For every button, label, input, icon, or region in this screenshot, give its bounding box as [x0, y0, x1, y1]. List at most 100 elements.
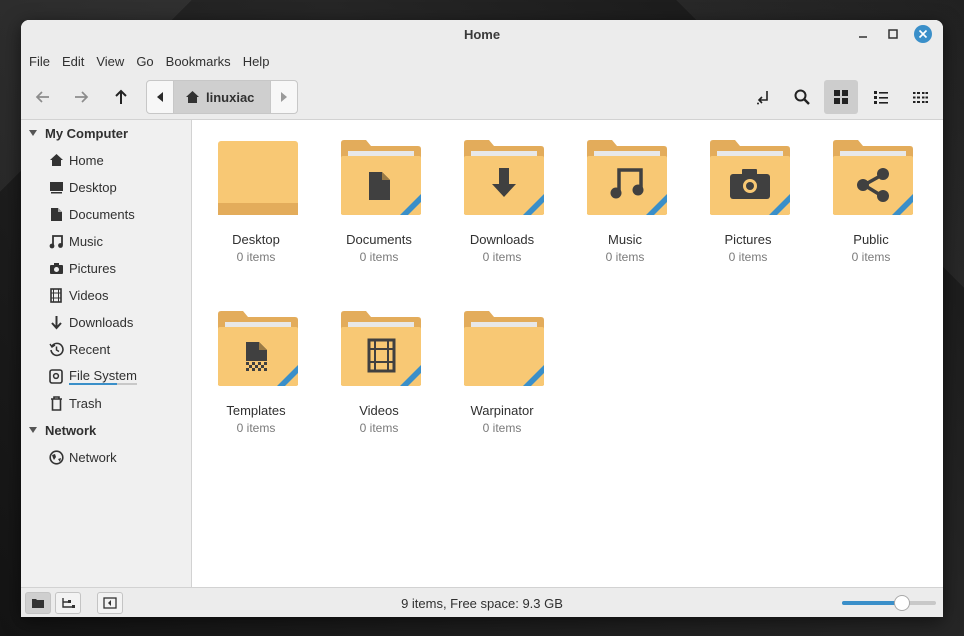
public-folder-icon — [833, 140, 913, 215]
menu-view[interactable]: View — [96, 52, 124, 71]
history-icon — [48, 342, 64, 356]
sidebar-item-label: Documents — [69, 206, 135, 222]
file-name: Music — [608, 232, 642, 247]
zoom-slider-fill — [842, 601, 903, 605]
documents-folder-icon — [341, 140, 421, 215]
zoom-slider[interactable] — [842, 595, 936, 611]
title-bar[interactable]: Home — [21, 20, 943, 48]
file-meta: 0 items — [359, 421, 399, 435]
file-item-documents[interactable]: Documents 0 items — [318, 120, 440, 270]
up-button[interactable] — [107, 83, 135, 111]
file-item-music[interactable]: Music 0 items — [564, 120, 686, 270]
grid-icon — [834, 90, 848, 104]
home-icon — [186, 91, 199, 103]
file-name: Videos — [359, 403, 399, 418]
close-button[interactable] — [914, 25, 932, 43]
file-item-videos[interactable]: Videos 0 items — [318, 291, 440, 441]
music-icon — [49, 234, 63, 248]
sidebar-item-label: File System — [69, 367, 137, 385]
file-name: Desktop — [232, 232, 280, 247]
folder-icon — [464, 311, 544, 386]
sidebar-item-label: Recent — [69, 341, 111, 357]
sidebar-item-desktop[interactable]: Desktop — [21, 175, 191, 199]
back-button[interactable] — [29, 83, 57, 111]
sidebar-item-label: Trash — [69, 395, 102, 411]
downloads-folder-icon — [464, 140, 544, 215]
list-view-button[interactable] — [867, 83, 895, 111]
sidebar-item-label: Network — [69, 449, 117, 465]
chevron-down-icon — [29, 427, 37, 433]
file-item-downloads[interactable]: Downloads 0 items — [441, 120, 563, 270]
download-icon — [50, 315, 62, 329]
home-icon — [49, 154, 63, 166]
compact-view-button[interactable] — [906, 83, 934, 111]
minimize-button[interactable] — [854, 25, 872, 43]
caret-right-icon — [281, 92, 287, 102]
sidebar-item-label: Videos — [69, 287, 109, 303]
menu-help[interactable]: Help — [243, 52, 270, 71]
sidebar: My Computer Home Desktop Documents Music… — [21, 120, 192, 587]
menu-go[interactable]: Go — [136, 52, 153, 71]
sidebar-section-title: My Computer — [45, 125, 129, 141]
sidebar-item-label: Downloads — [69, 314, 134, 330]
file-name: Documents — [346, 232, 412, 247]
file-name: Downloads — [469, 232, 535, 247]
file-item-warpinator[interactable]: Warpinator 0 items — [441, 291, 563, 441]
arrow-left-icon — [35, 91, 49, 103]
status-text: 9 items, Free space: 9.3 GB — [401, 596, 563, 611]
toggle-location-entry-button[interactable] — [750, 83, 778, 111]
window-title: Home — [463, 27, 501, 42]
path-bar: linuxiac — [146, 80, 298, 114]
sidebar-item-videos[interactable]: Videos — [21, 283, 191, 307]
status-bar: 9 items, Free space: 9.3 GB — [21, 587, 943, 617]
sidebar-item-file-system[interactable]: File System — [21, 364, 191, 388]
file-item-pictures[interactable]: Pictures 0 items — [687, 120, 809, 270]
file-meta: 0 items — [605, 250, 645, 264]
sidebar-item-downloads[interactable]: Downloads — [21, 310, 191, 334]
menu-bookmarks[interactable]: Bookmarks — [166, 52, 231, 71]
file-item-public[interactable]: Public 0 items — [810, 120, 932, 270]
minimize-icon — [859, 36, 867, 38]
sidebar-section-my-computer[interactable]: My Computer — [21, 122, 128, 144]
menu-file[interactable]: File — [29, 52, 50, 71]
sidebar-item-home[interactable]: Home — [21, 148, 191, 172]
sidebar-item-recent[interactable]: Recent — [21, 337, 191, 361]
compact-list-icon — [913, 92, 928, 103]
file-meta: 0 items — [236, 250, 276, 264]
list-icon — [874, 91, 888, 104]
file-item-templates[interactable]: Templates 0 items — [195, 291, 317, 441]
search-button[interactable] — [788, 83, 816, 111]
icon-view-button[interactable] — [824, 80, 858, 114]
sidebar-item-label: Home — [69, 152, 104, 168]
chevron-down-icon — [29, 130, 37, 136]
path-crumb-home[interactable]: linuxiac — [173, 81, 271, 113]
file-meta: 0 items — [359, 250, 399, 264]
camera-icon — [49, 262, 63, 274]
globe-icon — [48, 449, 64, 465]
sidebar-item-documents[interactable]: Documents — [21, 202, 191, 226]
path-scroll-right-button[interactable] — [271, 81, 297, 113]
file-name: Warpinator — [470, 403, 534, 418]
drive-icon — [49, 368, 63, 384]
caret-left-icon — [157, 92, 163, 102]
file-name: Public — [853, 232, 889, 247]
file-meta: 0 items — [851, 250, 891, 264]
maximize-button[interactable] — [884, 25, 902, 43]
sidebar-item-pictures[interactable]: Pictures — [21, 256, 191, 280]
file-meta: 0 items — [482, 250, 522, 264]
path-scroll-left-button[interactable] — [147, 81, 173, 113]
file-item-desktop[interactable]: Desktop 0 items — [195, 120, 317, 270]
file-name: Pictures — [724, 232, 772, 247]
sidebar-item-music[interactable]: Music — [21, 229, 191, 253]
maximize-icon — [888, 29, 898, 39]
sidebar-section-network[interactable]: Network — [21, 419, 96, 441]
file-meta: 0 items — [236, 421, 276, 435]
file-meta: 0 items — [728, 250, 768, 264]
sidebar-item-trash[interactable]: Trash — [21, 391, 191, 415]
menu-edit[interactable]: Edit — [62, 52, 84, 71]
sidebar-item-network[interactable]: Network — [21, 445, 191, 469]
sidebar-section-title: Network — [45, 422, 97, 438]
file-view[interactable]: Desktop 0 items Documents 0 items Downlo… — [193, 120, 943, 587]
arrow-up-icon — [115, 89, 127, 104]
forward-button[interactable] — [67, 83, 95, 111]
